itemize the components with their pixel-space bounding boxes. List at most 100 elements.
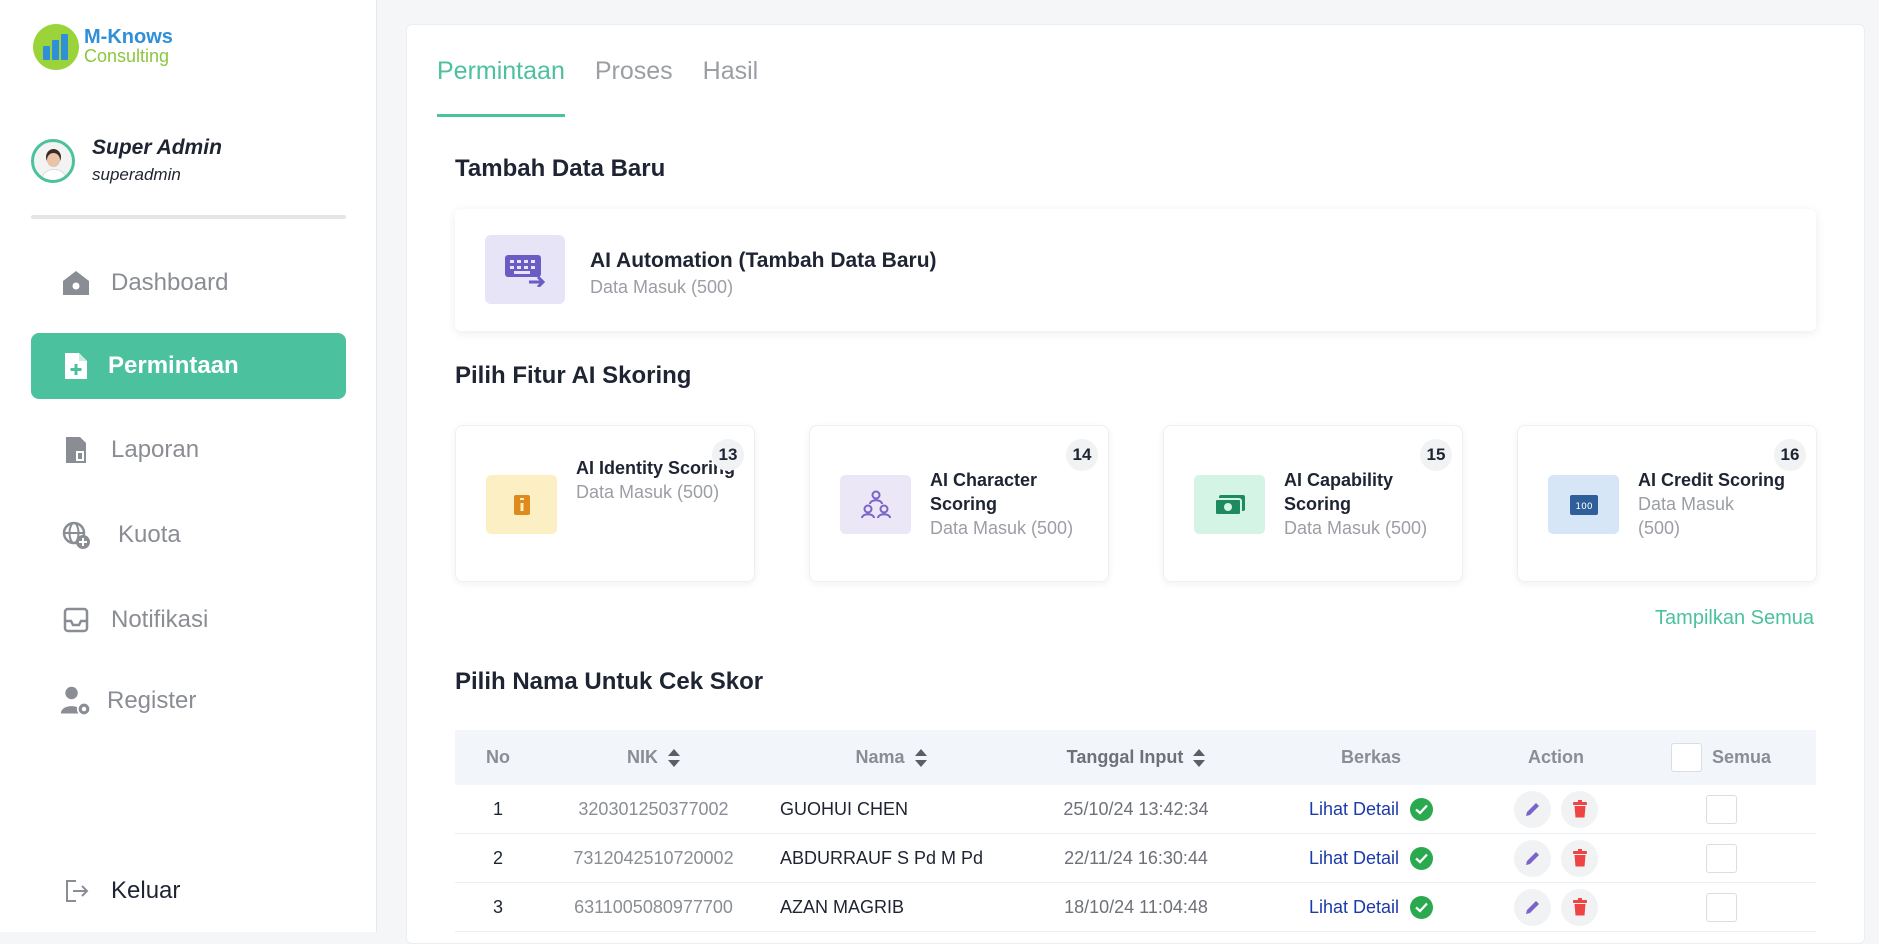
- sidebar-item-register[interactable]: Register: [31, 668, 346, 734]
- main-panel: Permintaan Proses Hasil Tambah Data Baru…: [406, 24, 1865, 944]
- report-icon: [60, 434, 92, 466]
- sidebar-item-label: Permintaan: [108, 352, 239, 379]
- col-nama[interactable]: Nama: [766, 747, 1016, 768]
- row-tanggal: 22/11/24 16:30:44: [1064, 847, 1208, 868]
- row-nik: 7312042510720002: [573, 847, 734, 868]
- edit-button[interactable]: [1514, 839, 1551, 877]
- sidebar-item-kuota[interactable]: Kuota: [31, 502, 346, 568]
- col-berkas: Berkas: [1340, 747, 1402, 767]
- row-checkbox[interactable]: [1705, 794, 1737, 824]
- feature-card-identity[interactable]: AI Identity Scoring Data Masuk (500) 13: [455, 425, 755, 582]
- logo-icon: [33, 24, 79, 70]
- view-detail-link[interactable]: Lihat Detail: [1309, 848, 1399, 869]
- feature-title: AI Credit Scoring: [1638, 470, 1786, 490]
- table-title: Pilih Nama Untuk Cek Skor: [455, 668, 764, 695]
- tab-bar: Permintaan Proses Hasil: [437, 57, 788, 117]
- feature-badge: 15: [1420, 439, 1452, 471]
- brand-name: M-Knows: [84, 26, 173, 48]
- row-no: 3: [492, 896, 503, 917]
- sort-icon[interactable]: [668, 748, 680, 767]
- check-circle-icon: [1410, 895, 1434, 919]
- brand-logo[interactable]: M-Knows Consulting: [33, 24, 173, 70]
- table-row: 2 7312042510720002 ABDURRAUF S Pd M Pd 2…: [455, 834, 1816, 883]
- feature-badge: 14: [1066, 439, 1098, 471]
- sidebar: M-Knows Consulting Super Admin superadmi…: [0, 0, 377, 932]
- col-action: Action: [1528, 747, 1584, 767]
- feature-badge: 16: [1774, 439, 1806, 471]
- col-nik[interactable]: NIK: [541, 747, 766, 768]
- file-plus-icon: [60, 350, 92, 382]
- col-semua: Semua: [1626, 743, 1816, 772]
- globe-plus-icon: [60, 519, 92, 551]
- sidebar-item-label: Notifikasi: [111, 606, 209, 633]
- tab-permintaan[interactable]: Permintaan: [437, 57, 565, 117]
- logout-label: Keluar: [111, 877, 181, 904]
- row-nama: ABDURRAUF S Pd M Pd: [780, 847, 984, 868]
- sidebar-item-label: Register: [107, 687, 197, 714]
- sidebar-item-label: Laporan: [111, 436, 200, 463]
- feature-subtitle: Data Masuk (500): [1638, 494, 1735, 538]
- row-nama: GUOHUI CHEN: [780, 798, 909, 819]
- tab-proses[interactable]: Proses: [595, 57, 673, 117]
- brand-subname: Consulting: [84, 46, 170, 66]
- data-table: No NIK Nama Tanggal Input Berkas Action …: [455, 730, 1816, 932]
- user-profile: Super Admin superadmin: [31, 136, 222, 185]
- id-card-icon: [486, 475, 557, 534]
- edit-button[interactable]: [1514, 888, 1551, 926]
- profile-name: Super Admin: [92, 136, 222, 159]
- sidebar-item-laporan[interactable]: Laporan: [31, 417, 346, 483]
- feature-card-character[interactable]: AI Character Scoring Data Masuk (500) 14: [809, 425, 1109, 582]
- home-icon: [60, 267, 92, 299]
- row-no: 1: [492, 798, 503, 819]
- feature-badge: 13: [712, 439, 744, 471]
- row-nama: AZAN MAGRIB: [780, 896, 905, 917]
- view-detail-link[interactable]: Lihat Detail: [1309, 897, 1399, 918]
- logout-icon: [60, 875, 92, 907]
- logout-button[interactable]: Keluar: [31, 858, 346, 924]
- feature-title: AI Character Scoring: [930, 470, 1038, 514]
- delete-button[interactable]: [1561, 790, 1598, 828]
- row-nik: 6311005080977700: [574, 896, 733, 917]
- user-gear-icon: [60, 685, 92, 717]
- feature-subtitle: Data Masuk (500): [576, 482, 720, 502]
- feature-card-credit[interactable]: 100 AI Credit Scoring Data Masuk (500) 1…: [1517, 425, 1817, 582]
- row-checkbox[interactable]: [1705, 843, 1737, 873]
- row-no: 2: [492, 847, 503, 868]
- sort-icon[interactable]: [914, 748, 927, 767]
- pencil-icon: [1526, 851, 1539, 865]
- score-100-icon: 100: [1548, 475, 1619, 534]
- select-all-checkbox[interactable]: [1670, 743, 1702, 772]
- table-row: 1 320301250377002 GUOHUI CHEN 25/10/24 1…: [455, 785, 1816, 834]
- profile-username: superadmin: [92, 165, 181, 184]
- trash-icon: [1572, 849, 1587, 867]
- sidebar-item-permintaan[interactable]: Permintaan: [31, 333, 346, 399]
- ai-automation-card[interactable]: AI Automation (Tambah Data Baru) Data Ma…: [455, 209, 1816, 331]
- ai-automation-title: AI Automation (Tambah Data Baru): [590, 249, 937, 272]
- row-tanggal: 25/10/24 13:42:34: [1063, 798, 1209, 819]
- feature-card-capability[interactable]: AI Capability Scoring Data Masuk (500) 1…: [1163, 425, 1463, 582]
- view-detail-link[interactable]: Lihat Detail: [1309, 799, 1399, 820]
- delete-button[interactable]: [1561, 888, 1598, 926]
- keyboard-arrow-icon: [485, 235, 565, 304]
- svg-text:100: 100: [1575, 502, 1592, 512]
- sidebar-item-label: Kuota: [118, 521, 181, 548]
- pencil-icon: [1526, 802, 1539, 816]
- edit-button[interactable]: [1514, 790, 1551, 828]
- money-icon: [1194, 475, 1265, 534]
- row-nik: 320301250377002: [578, 798, 729, 819]
- feature-subtitle: Data Masuk (500): [930, 518, 1074, 538]
- sidebar-item-notifikasi[interactable]: Notifikasi: [31, 587, 346, 653]
- delete-button[interactable]: [1561, 839, 1598, 877]
- sort-icon[interactable]: [1193, 748, 1206, 767]
- sidebar-divider: [31, 215, 346, 219]
- features-title: Pilih Fitur AI Skoring: [455, 362, 692, 389]
- row-checkbox[interactable]: [1705, 892, 1737, 922]
- avatar: [31, 138, 75, 183]
- ai-automation-subtitle: Data Masuk (500): [590, 277, 734, 297]
- table-row: 3 6311005080977700 AZAN MAGRIB 18/10/24 …: [455, 883, 1816, 932]
- col-no: No: [486, 747, 510, 767]
- sidebar-item-dashboard[interactable]: Dashboard: [31, 250, 346, 316]
- col-tanggal[interactable]: Tanggal Input: [1016, 747, 1256, 768]
- show-all-link[interactable]: Tampilkan Semua: [1655, 607, 1814, 630]
- tab-hasil[interactable]: Hasil: [703, 57, 759, 117]
